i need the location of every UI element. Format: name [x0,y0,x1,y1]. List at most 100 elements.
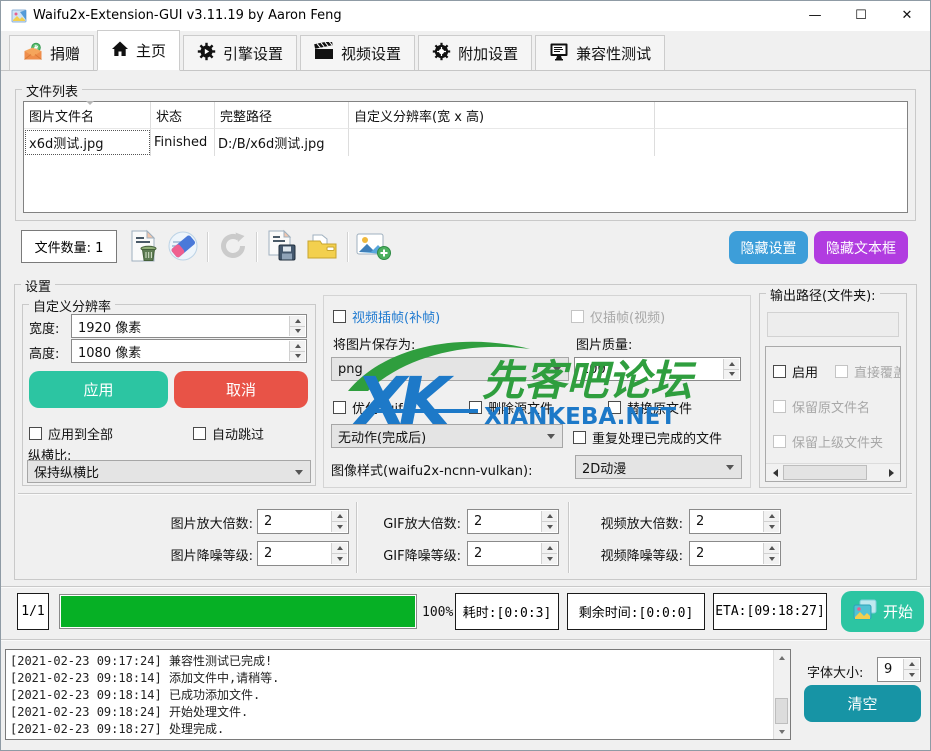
gif-scale-stepper[interactable]: 2 [467,509,559,534]
optimize-gif-checkbox[interactable]: 优化 .gif [333,398,403,417]
tab-engine-settings[interactable]: 引擎设置 [183,35,297,70]
spinner-down-icon[interactable] [904,670,919,680]
output-path-group: 输出路径(文件夹): 启用 直接覆盖 保留原文件名 保留上级文件夹 [759,293,907,488]
spinner-down-icon[interactable] [290,327,305,337]
spinner-up-icon[interactable] [332,511,347,522]
tab-additional-settings[interactable]: 附加设置 [418,35,532,70]
spinner-down-icon[interactable] [542,554,557,564]
height-stepper[interactable]: 1080 像素 [71,339,307,363]
overwrite-checkbox[interactable]: 直接覆盖 [835,362,901,381]
donate-icon [23,42,43,65]
spinner-down-icon[interactable] [332,522,347,532]
post-action-select[interactable]: 无动作(完成后) [331,424,563,448]
close-button[interactable]: ✕ [884,1,930,31]
delete-source-checkbox[interactable]: 删除源文件 [469,398,553,417]
video-denoise-stepper[interactable]: 2 [689,541,781,566]
scroll-down-icon[interactable] [774,724,790,739]
keep-parent-folder-checkbox[interactable]: 保留上级文件夹 [773,432,883,451]
log-line: [2021-02-23 09:17:24] 兼容性测试已完成! [6,653,790,670]
table-row[interactable]: x6d测试.jpg Finished D:/B/x6d测试.jpg [24,129,907,156]
cell-filename[interactable]: x6d测试.jpg [24,129,151,156]
video-frame-interpolation-checkbox[interactable]: 视频插帧(补帧) [333,307,440,326]
hide-textbox-button[interactable]: 隐藏文本框 [814,231,908,264]
start-button[interactable]: 开始 [841,591,924,632]
spinner-up-icon[interactable] [542,511,557,522]
keep-filename-checkbox[interactable]: 保留原文件名 [773,397,870,416]
spinner-down-icon[interactable] [764,554,779,564]
reprocess-finished-checkbox[interactable]: 重复处理已完成的文件 [573,428,722,447]
scroll-left-icon[interactable] [766,464,783,481]
auto-skip-checkbox[interactable]: 自动跳过 [193,424,264,443]
clear-log-button[interactable]: 清空 [804,685,921,722]
scroll-up-icon[interactable] [774,650,790,665]
output-path-input[interactable] [767,312,899,337]
spinner-up-icon[interactable] [764,543,779,554]
spinner-up-icon[interactable] [542,543,557,554]
scroll-right-icon[interactable] [883,464,900,481]
cell-path[interactable]: D:/B/x6d测试.jpg [215,129,349,156]
tab-compatibility-test[interactable]: 兼容性测试 [535,35,665,70]
interpolation-only-checkbox[interactable]: 仅插帧(视频) [571,307,665,326]
apply-button[interactable]: 应用 [29,371,168,408]
image-denoise-stepper[interactable]: 2 [257,541,349,566]
spinner-up-icon[interactable] [904,659,919,670]
refresh-button[interactable] [214,229,252,265]
image-format-select[interactable]: png [331,357,569,381]
scrollbar-thumb[interactable] [775,698,788,724]
log-line: [2021-02-23 09:18:27] 处理完成. [6,721,790,738]
scrollbar-thumb[interactable] [783,465,867,480]
apply-all-checkbox[interactable]: 应用到全部 [29,424,113,443]
spinner-down-icon[interactable] [724,370,739,380]
hide-settings-button[interactable]: 隐藏设置 [729,231,808,264]
app-window: Waifu2x-Extension-GUI v3.11.19 by Aaron … [0,0,931,751]
width-stepper[interactable]: 1920 像素 [71,314,307,338]
clear-list-icon [166,229,200,266]
horizontal-scrollbar[interactable] [766,463,900,481]
tab-video-settings[interactable]: 视频设置 [300,35,415,70]
column-header-path[interactable]: 完整路径 [215,102,349,129]
checkbox-icon [469,401,482,414]
progress-divider-bottom [1,639,931,641]
save-file-list-button[interactable] [263,229,301,265]
minimize-button[interactable]: — [792,1,838,31]
spinner-up-icon[interactable] [764,511,779,522]
font-size-stepper[interactable]: 9 [877,657,921,682]
aspect-ratio-select[interactable]: 保持纵横比 [27,460,311,483]
open-folder-button[interactable] [303,229,341,265]
spinner-up-icon[interactable] [290,341,305,352]
column-header-custom-res[interactable]: 自定义分辨率(宽 x 高) [349,102,655,129]
home-icon [111,40,129,62]
spinner-up-icon[interactable] [332,543,347,554]
video-scale-label: 视频放大倍数: [573,513,683,532]
column-header-status[interactable]: 状态 [151,102,215,129]
remove-file-button[interactable] [125,229,163,265]
gif-denoise-label: GIF降噪等级: [359,545,461,564]
image-style-select[interactable]: 2D动漫 [575,455,742,479]
cell-status[interactable]: Finished [151,129,215,156]
gif-denoise-stepper[interactable]: 2 [467,541,559,566]
spinner-down-icon[interactable] [764,522,779,532]
enable-output-path-checkbox[interactable]: 启用 [773,362,818,381]
cancel-button[interactable]: 取消 [174,371,308,408]
replace-original-checkbox[interactable]: 替换原文件 [608,398,692,417]
log-textbox[interactable]: [2021-02-23 09:17:24] 兼容性测试已完成! [2021-02… [5,649,791,740]
file-table[interactable]: 图片文件名 状态 完整路径 自定义分辨率(宽 x 高) x6d测试.jpg Fi… [23,101,908,213]
image-quality-stepper[interactable]: 100 [574,357,741,381]
spinner-down-icon[interactable] [542,522,557,532]
progress-bar [59,594,417,629]
add-image-button[interactable] [354,229,392,265]
spinner-up-icon[interactable] [724,359,739,370]
tab-donate[interactable]: 捐赠 [9,35,94,70]
image-scale-stepper[interactable]: 2 [257,509,349,534]
spinner-down-icon[interactable] [290,352,305,362]
spinner-up-icon[interactable] [290,316,305,327]
spinner-down-icon[interactable] [332,554,347,564]
cell-custom-res[interactable] [349,129,655,156]
video-scale-stepper[interactable]: 2 [689,509,781,534]
clear-list-button[interactable] [164,229,202,265]
tab-label: 兼容性测试 [576,43,651,64]
vertical-scrollbar[interactable] [773,650,790,739]
maximize-button[interactable]: ☐ [838,1,884,31]
tab-home[interactable]: 主页 [97,30,180,71]
cell-empty [655,129,907,156]
